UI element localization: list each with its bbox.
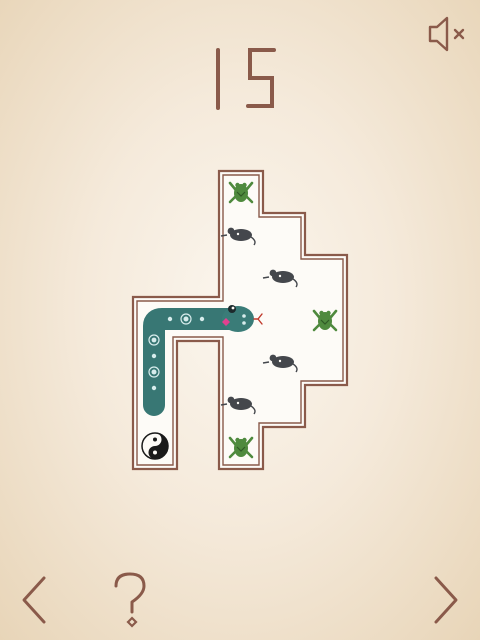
yin-yang-icon xyxy=(141,432,169,460)
chevron-right-icon xyxy=(434,576,458,624)
next-level-button[interactable] xyxy=(426,570,466,630)
game-board xyxy=(131,169,349,471)
chevron-left-icon xyxy=(22,576,46,624)
help-button[interactable] xyxy=(108,568,154,632)
previous-level-button[interactable] xyxy=(14,570,54,630)
question-mark-icon xyxy=(114,572,146,628)
